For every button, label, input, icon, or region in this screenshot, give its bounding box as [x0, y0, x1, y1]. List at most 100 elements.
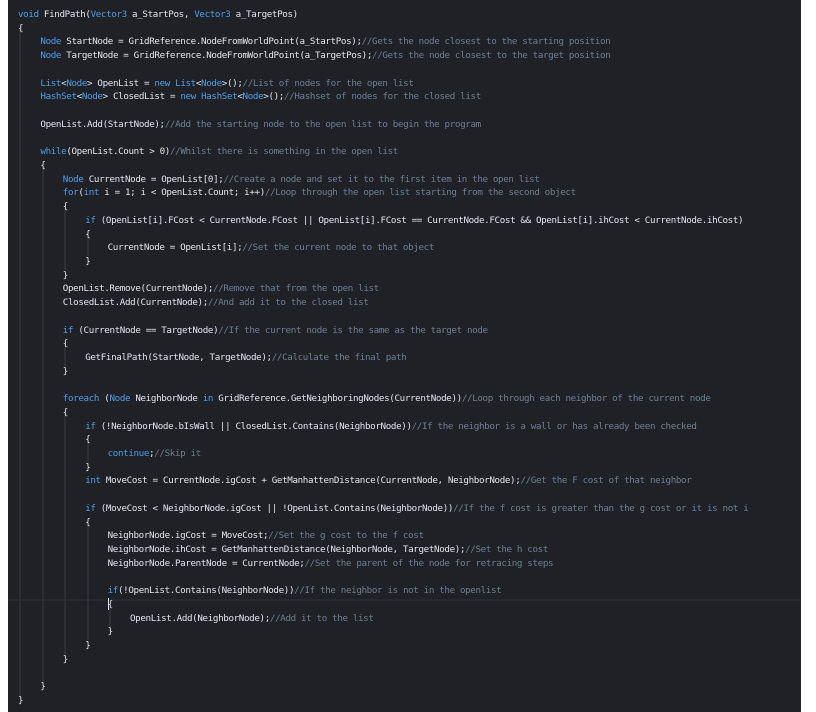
- code-token: Vector3: [90, 9, 128, 20]
- code-line[interactable]: {: [40, 159, 46, 173]
- code-line[interactable]: NeighborNode.ihCost = GetManhattenDistan…: [108, 543, 549, 557]
- code-line[interactable]: NeighborNode.igCost = MoveCost;//Set the…: [108, 529, 424, 543]
- code-line[interactable]: if(!OpenList.Contains(NeighborNode))//If…: [108, 584, 502, 598]
- code-token: }: [40, 681, 46, 693]
- code-token: {: [18, 22, 24, 34]
- code-line[interactable]: {: [63, 337, 69, 351]
- code-token: //Set the g cost to the f cost: [268, 530, 424, 542]
- code-token: while: [40, 146, 67, 158]
- code-token: //List of nodes for the open list: [242, 77, 414, 89]
- code-line[interactable]: }: [62, 653, 69, 667]
- code-token: OpenList.Remove(CurrentNode);: [62, 283, 214, 295]
- code-token: TargetNode = GridReference.NodeFromWorld…: [61, 50, 373, 62]
- code-line[interactable]: {: [85, 516, 91, 530]
- code-line[interactable]: for(int i = 1; i < OpenList.Count; i++)/…: [63, 186, 576, 200]
- code-token: //Add the starting node to the open list…: [164, 118, 481, 130]
- code-token: {: [62, 201, 69, 213]
- code-token: Node: [242, 91, 264, 103]
- code-token: FindPath(: [38, 9, 91, 20]
- code-token: (OpenList.Count > 0): [66, 146, 170, 158]
- code-line[interactable]: if (OpenList[i].FCost < CurrentNode.FCos…: [85, 214, 743, 228]
- code-token: //Set the h cost: [465, 544, 549, 556]
- code-token: if: [85, 502, 96, 514]
- code-line[interactable]: OpenList.Add(NeighborNode);//Add it to t…: [130, 612, 374, 626]
- code-token: foreach: [62, 393, 100, 405]
- code-line[interactable]: HashSet<Node> ClosedList = new HashSet<N…: [40, 90, 481, 104]
- code-token: {: [62, 406, 69, 418]
- code-token: //If the f cost is greater than the g co…: [453, 502, 749, 514]
- code-line[interactable]: NeighborNode.ParentNode = CurrentNode;//…: [108, 557, 554, 571]
- code-line[interactable]: while(OpenList.Count > 0)//Whilst there …: [40, 145, 398, 159]
- code-token: }: [62, 365, 69, 377]
- code-token: OpenList.Add(StartNode);: [40, 118, 165, 130]
- code-line[interactable]: }: [62, 269, 69, 283]
- code-line[interactable]: }: [85, 461, 91, 475]
- code-token: a_StartPos,: [126, 9, 195, 20]
- code-token: //Whilst there is something in the open …: [169, 146, 398, 158]
- code-line[interactable]: }: [108, 625, 114, 639]
- code-token: CurrentNode = OpenList[0];: [83, 173, 224, 185]
- code-token: List: [40, 77, 62, 89]
- code-line[interactable]: {: [85, 433, 91, 447]
- code-line[interactable]: Node TargetNode = GridReference.NodeFrom…: [40, 49, 610, 63]
- code-line[interactable]: }: [85, 255, 91, 269]
- code-token: a_TargetPos): [230, 9, 299, 20]
- code-line[interactable]: {: [18, 22, 24, 36]
- code-line[interactable]: List<Node> OpenList = new List<Node>();/…: [40, 77, 413, 91]
- code-token: }: [85, 640, 91, 652]
- code-line[interactable]: }: [40, 680, 46, 694]
- code-token: Node: [40, 50, 62, 62]
- code-line[interactable]: foreach (Node NeighborNode in GridRefere…: [63, 392, 711, 406]
- code-line[interactable]: int MoveCost = CurrentNode.igCost + GetM…: [85, 474, 692, 488]
- code-token: continue: [107, 448, 150, 460]
- code-token: (MoveCost < NeighborNode.igCost || !Open…: [95, 502, 454, 514]
- code-token: //Hashset of nodes for the closed list: [284, 91, 481, 103]
- code-line[interactable]: CurrentNode = OpenList[i];//Set the curr…: [108, 241, 435, 255]
- code-line[interactable]: ClosedList.Add(CurrentNode);//And add it…: [63, 296, 369, 310]
- code-line[interactable]: OpenList.Remove(CurrentNode);//Remove th…: [63, 282, 379, 296]
- code-editor[interactable]: void FindPath(Vector3 a_StartPos, Vector…: [8, 0, 801, 712]
- code-line[interactable]: Node StartNode = GridReference.NodeFromW…: [40, 35, 610, 49]
- code-token: if: [85, 214, 96, 226]
- code-line[interactable]: void FindPath(Vector3 a_StartPos, Vector…: [18, 8, 298, 22]
- code-token: //If the neighbor is a wall or has alrea…: [411, 420, 697, 432]
- code-token: int: [83, 187, 100, 199]
- code-line[interactable]: }: [18, 694, 24, 708]
- code-line[interactable]: GetFinalPath(StartNode, TargetNode);//Ca…: [85, 351, 407, 365]
- code-token: Node: [201, 77, 222, 89]
- code-token: {: [40, 159, 46, 171]
- code-token: }: [62, 653, 69, 665]
- code-token: //Set the current node to that object: [242, 242, 435, 254]
- code-token: Node: [66, 77, 88, 89]
- code-token: i = 1; i < OpenList.Count; i++): [99, 187, 265, 199]
- code-token: NeighborNode: [130, 393, 203, 405]
- code-token: }: [62, 269, 69, 281]
- code-token: //Loop through each neighbor of the curr…: [461, 393, 711, 405]
- code-token: >();: [221, 77, 243, 89]
- code-line[interactable]: {: [85, 228, 91, 242]
- code-token: {: [85, 516, 91, 528]
- code-token: {: [85, 228, 91, 240]
- code-line[interactable]: {: [62, 406, 69, 420]
- code-token: OpenList.Add(NeighborNode);: [130, 612, 270, 624]
- code-token: //Remove that from the open list: [213, 283, 379, 295]
- code-token: (!NeighborNode.bIsWall || ClosedList.Con…: [95, 420, 412, 432]
- code-line[interactable]: if (!NeighborNode.bIsWall || ClosedList.…: [85, 420, 697, 434]
- code-token: > ClosedList =: [102, 91, 181, 103]
- code-token: NeighborNode.ParentNode = CurrentNode;: [107, 557, 305, 569]
- code-line[interactable]: continue;//Skip it: [107, 447, 202, 461]
- code-token: if: [62, 324, 74, 336]
- code-token: for: [62, 187, 79, 199]
- code-line[interactable]: }: [62, 365, 69, 379]
- code-token: Vector3: [194, 9, 231, 20]
- code-token: //Loop through the open list starting fr…: [264, 187, 576, 199]
- code-line[interactable]: OpenList.Add(StartNode);//Add the starti…: [40, 118, 481, 132]
- code-line[interactable]: if (CurrentNode == TargetNode)//If the c…: [63, 324, 488, 338]
- code-token: Node: [81, 91, 103, 103]
- code-token: new: [154, 77, 170, 89]
- code-line[interactable]: }: [85, 639, 91, 653]
- code-line[interactable]: Node CurrentNode = OpenList[0];//Create …: [63, 173, 540, 187]
- code-line[interactable]: {: [62, 200, 69, 214]
- code-token: }: [18, 695, 24, 706]
- code-line[interactable]: if (MoveCost < NeighborNode.igCost || !O…: [85, 502, 749, 516]
